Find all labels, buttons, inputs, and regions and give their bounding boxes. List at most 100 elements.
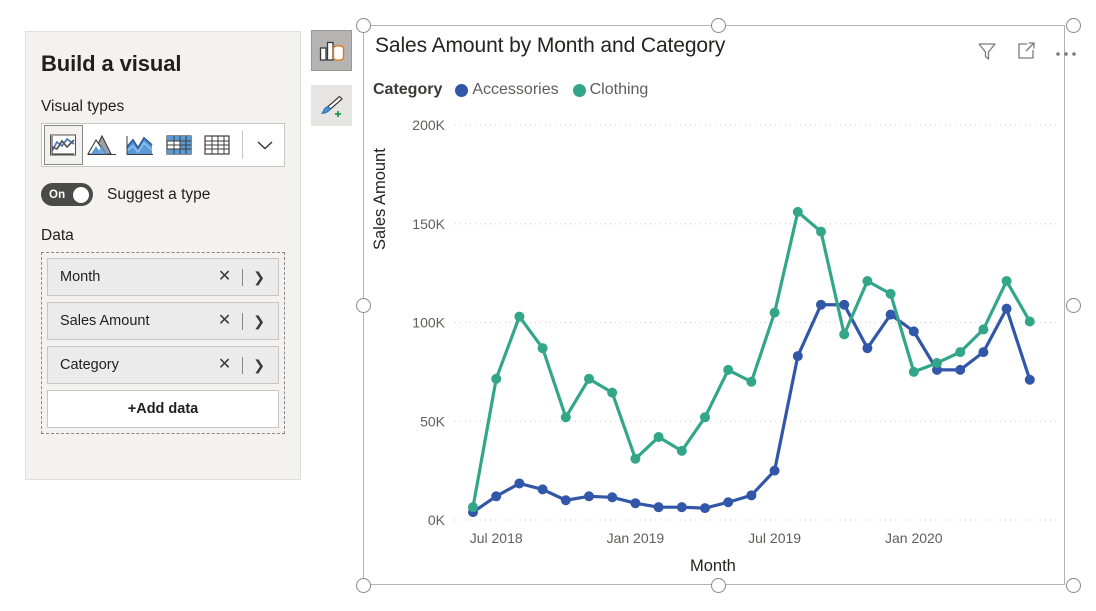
close-icon[interactable]: ✕ — [214, 313, 235, 329]
page-title: Build a visual — [41, 51, 182, 76]
data-point[interactable] — [468, 502, 478, 513]
data-point[interactable] — [584, 491, 594, 502]
visual-type-area-chart[interactable] — [83, 125, 121, 165]
resize-handle-bottom-left[interactable] — [356, 578, 371, 593]
data-point[interactable] — [560, 412, 571, 423]
divider — [242, 312, 244, 330]
suggest-a-type-toggle[interactable]: On — [41, 183, 93, 206]
more-visual-types-button[interactable] — [247, 125, 282, 165]
data-point[interactable] — [607, 387, 618, 398]
data-point[interactable] — [792, 206, 803, 217]
data-point[interactable] — [491, 373, 502, 384]
line-chart-plot[interactable]: 0K50K100K150K200K Jul 2018 Jan 2019 Jul 20… — [363, 25, 1065, 585]
data-point[interactable] — [630, 453, 641, 464]
data-point[interactable] — [537, 343, 548, 354]
data-point[interactable] — [653, 502, 664, 513]
data-point[interactable] — [700, 412, 710, 423]
data-point[interactable] — [723, 364, 734, 375]
data-point[interactable] — [746, 376, 757, 387]
data-point[interactable] — [1024, 316, 1035, 327]
resize-handle-top-center[interactable] — [711, 18, 726, 33]
data-point[interactable] — [491, 491, 502, 502]
visual-type-line-and-area-chart[interactable] — [121, 125, 159, 165]
data-point[interactable] — [723, 497, 734, 508]
y-axis-tick-labels: 0K 50K 100K 150K 200K — [412, 117, 445, 528]
x-axis-tick: Jul 2019 — [748, 530, 801, 546]
resize-handle-bottom-right[interactable] — [1066, 578, 1081, 593]
format-visual-button[interactable] — [311, 85, 352, 126]
data-field-month[interactable]: Month ✕ ❯ — [47, 258, 279, 296]
data-point[interactable] — [932, 357, 942, 368]
build-visual-button[interactable] — [311, 30, 352, 71]
data-point[interactable] — [514, 478, 525, 489]
data-point[interactable] — [584, 373, 594, 384]
data-point[interactable] — [1001, 276, 1012, 287]
data-point[interactable] — [816, 226, 826, 237]
x-axis-tick: Jul 2018 — [470, 530, 523, 546]
data-point[interactable] — [816, 299, 826, 310]
data-point[interactable] — [955, 364, 966, 375]
chevron-right-icon[interactable]: ❯ — [250, 313, 268, 330]
line-chart-icon — [50, 134, 77, 156]
visual-type-line-chart[interactable] — [44, 125, 83, 165]
data-point[interactable] — [978, 347, 989, 358]
data-field-category[interactable]: Category ✕ ❯ — [47, 346, 279, 384]
data-point[interactable] — [676, 445, 687, 456]
build-visual-icon — [319, 41, 344, 61]
field-label: Month — [60, 269, 101, 285]
data-point[interactable] — [514, 311, 525, 322]
field-label: Category — [60, 357, 119, 373]
resize-handle-top-left[interactable] — [356, 18, 371, 33]
data-point[interactable] — [885, 288, 896, 299]
data-point[interactable] — [978, 324, 989, 335]
y-axis-tick: 200K — [412, 117, 445, 133]
series-accessories[interactable] — [468, 299, 1035, 518]
y-axis-title: Sales Amount — [371, 148, 389, 250]
series-layer — [468, 206, 1035, 518]
data-point[interactable] — [1024, 374, 1035, 385]
data-point[interactable] — [839, 329, 850, 340]
series-line — [471, 210, 1032, 509]
data-point[interactable] — [653, 432, 664, 443]
resize-handle-bottom-center[interactable] — [711, 578, 726, 593]
data-point[interactable] — [769, 307, 780, 318]
data-point[interactable] — [630, 498, 641, 509]
resize-handle-middle-left[interactable] — [356, 298, 371, 313]
close-icon[interactable]: ✕ — [214, 357, 235, 373]
data-field-sales-amount[interactable]: Sales Amount ✕ ❯ — [47, 302, 279, 340]
data-point[interactable] — [908, 366, 919, 377]
chevron-right-icon[interactable]: ❯ — [250, 357, 268, 374]
visual-type-table[interactable] — [198, 125, 236, 165]
add-data-button[interactable]: +Add data — [47, 390, 279, 428]
data-point[interactable] — [839, 299, 850, 310]
y-axis-tick: 150K — [412, 216, 445, 232]
chevron-right-icon[interactable]: ❯ — [250, 269, 268, 286]
data-point[interactable] — [676, 502, 687, 513]
paintbrush-icon — [320, 95, 343, 117]
divider — [242, 131, 244, 159]
resize-handle-top-right[interactable] — [1066, 18, 1081, 33]
divider — [242, 268, 244, 286]
data-section-label: Data — [41, 227, 74, 244]
table-icon — [204, 135, 230, 155]
data-point[interactable] — [537, 484, 548, 495]
data-point[interactable] — [1001, 303, 1012, 314]
data-point[interactable] — [746, 490, 757, 501]
data-point[interactable] — [908, 326, 919, 337]
data-point[interactable] — [607, 492, 618, 503]
series-clothing[interactable] — [468, 206, 1035, 513]
visual-type-matrix[interactable] — [159, 125, 197, 165]
data-point[interactable] — [700, 503, 710, 514]
x-axis-title: Month — [690, 557, 736, 575]
line-and-area-chart-icon — [126, 136, 154, 155]
data-point[interactable] — [862, 276, 873, 287]
data-point[interactable] — [862, 343, 873, 354]
data-point[interactable] — [769, 465, 780, 476]
resize-handle-middle-right[interactable] — [1066, 298, 1081, 313]
close-icon[interactable]: ✕ — [214, 269, 235, 285]
data-point[interactable] — [955, 347, 966, 358]
data-point[interactable] — [560, 495, 571, 506]
y-axis-tick: 100K — [412, 315, 445, 331]
data-point[interactable] — [792, 351, 803, 362]
gridlines — [455, 124, 1058, 521]
